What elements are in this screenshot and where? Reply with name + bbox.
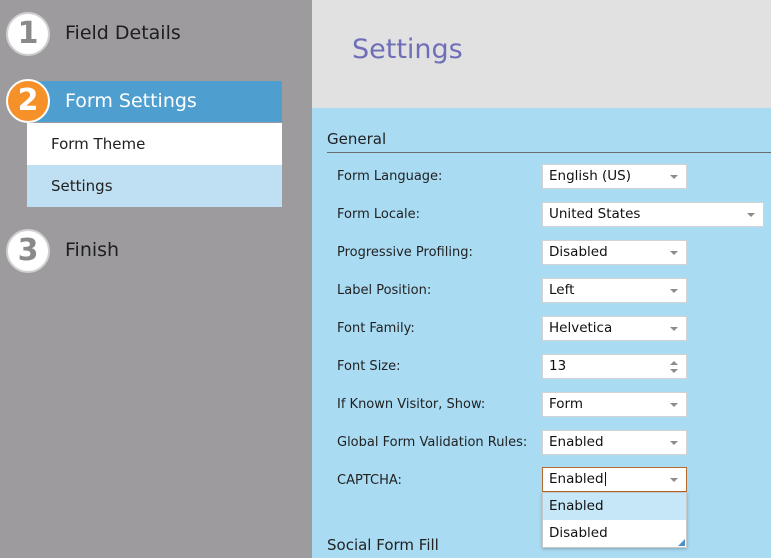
label-label-position: Label Position: <box>337 283 432 298</box>
wizard-sidebar: 1 Field Details 2 Form Settings Form The… <box>0 0 312 558</box>
panel-header: Settings <box>312 0 771 108</box>
label-progressive-profiling: Progressive Profiling: <box>337 245 473 260</box>
form-language-select[interactable]: English (US) <box>542 164 687 189</box>
label-position-select[interactable]: Left <box>542 278 687 303</box>
label-validation-rules: Global Form Validation Rules: <box>337 435 528 450</box>
label-position-value: Left <box>549 282 575 298</box>
chevron-down-icon <box>670 327 678 331</box>
captcha-option-disabled[interactable]: Disabled <box>543 520 686 547</box>
step-finish[interactable]: 3 Finish <box>0 229 312 275</box>
captcha-value: Enabled <box>549 471 604 487</box>
step-form-settings[interactable]: 2 Form Settings <box>0 79 312 127</box>
progressive-profiling-value: Disabled <box>549 244 608 260</box>
font-family-value: Helvetica <box>549 320 613 336</box>
captcha-dropdown-list: Enabled Disabled <box>542 492 687 548</box>
spin-up-icon[interactable] <box>670 361 678 365</box>
substep-settings[interactable]: Settings <box>27 165 282 207</box>
label-font-family: Font Family: <box>337 321 415 336</box>
progressive-profiling-select[interactable]: Disabled <box>542 240 687 265</box>
chevron-down-icon <box>747 213 755 217</box>
step-label-finish: Finish <box>65 239 120 261</box>
section-title-general: General <box>327 130 387 148</box>
text-cursor <box>604 472 606 486</box>
form-locale-select[interactable]: United States <box>542 202 764 227</box>
page-title: Settings <box>352 34 463 65</box>
resize-handle-icon[interactable] <box>678 539 685 546</box>
step-field-details[interactable]: 1 Field Details <box>0 12 312 58</box>
chevron-down-icon <box>670 441 678 445</box>
label-form-language: Form Language: <box>337 169 443 184</box>
validation-rules-select[interactable]: Enabled <box>542 430 687 455</box>
label-form-locale: Form Locale: <box>337 207 420 222</box>
chevron-down-icon <box>670 175 678 179</box>
validation-rules-value: Enabled <box>549 434 604 450</box>
font-size-value: 13 <box>549 358 567 374</box>
step-number-3: 3 <box>6 229 50 273</box>
chevron-down-icon <box>670 251 678 255</box>
form-locale-value: United States <box>549 206 641 222</box>
form-language-value: English (US) <box>549 168 632 184</box>
chevron-down-icon <box>670 403 678 407</box>
chevron-down-icon <box>670 478 678 482</box>
font-family-select[interactable]: Helvetica <box>542 316 687 341</box>
captcha-option-enabled[interactable]: Enabled <box>543 493 686 520</box>
spin-down-icon[interactable] <box>670 369 678 373</box>
settings-panel: Settings General Form Language: English … <box>312 0 771 558</box>
chevron-down-icon <box>670 289 678 293</box>
captcha-select[interactable]: Enabled <box>542 467 687 492</box>
substep-form-theme[interactable]: Form Theme <box>27 123 282 165</box>
step-label-field-details: Field Details <box>65 22 181 44</box>
section-title-social-form-fill: Social Form Fill <box>327 536 439 554</box>
section-divider <box>327 152 771 153</box>
known-visitor-select[interactable]: Form <box>542 392 687 417</box>
known-visitor-value: Form <box>549 396 584 412</box>
font-size-stepper[interactable]: 13 <box>542 354 687 379</box>
label-font-size: Font Size: <box>337 359 401 374</box>
step-number-2: 2 <box>6 79 50 123</box>
step-label-form-settings: Form Settings <box>65 90 197 112</box>
label-captcha: CAPTCHA: <box>337 473 402 488</box>
step-number-1: 1 <box>6 12 50 56</box>
label-known-visitor: If Known Visitor, Show: <box>337 397 486 412</box>
